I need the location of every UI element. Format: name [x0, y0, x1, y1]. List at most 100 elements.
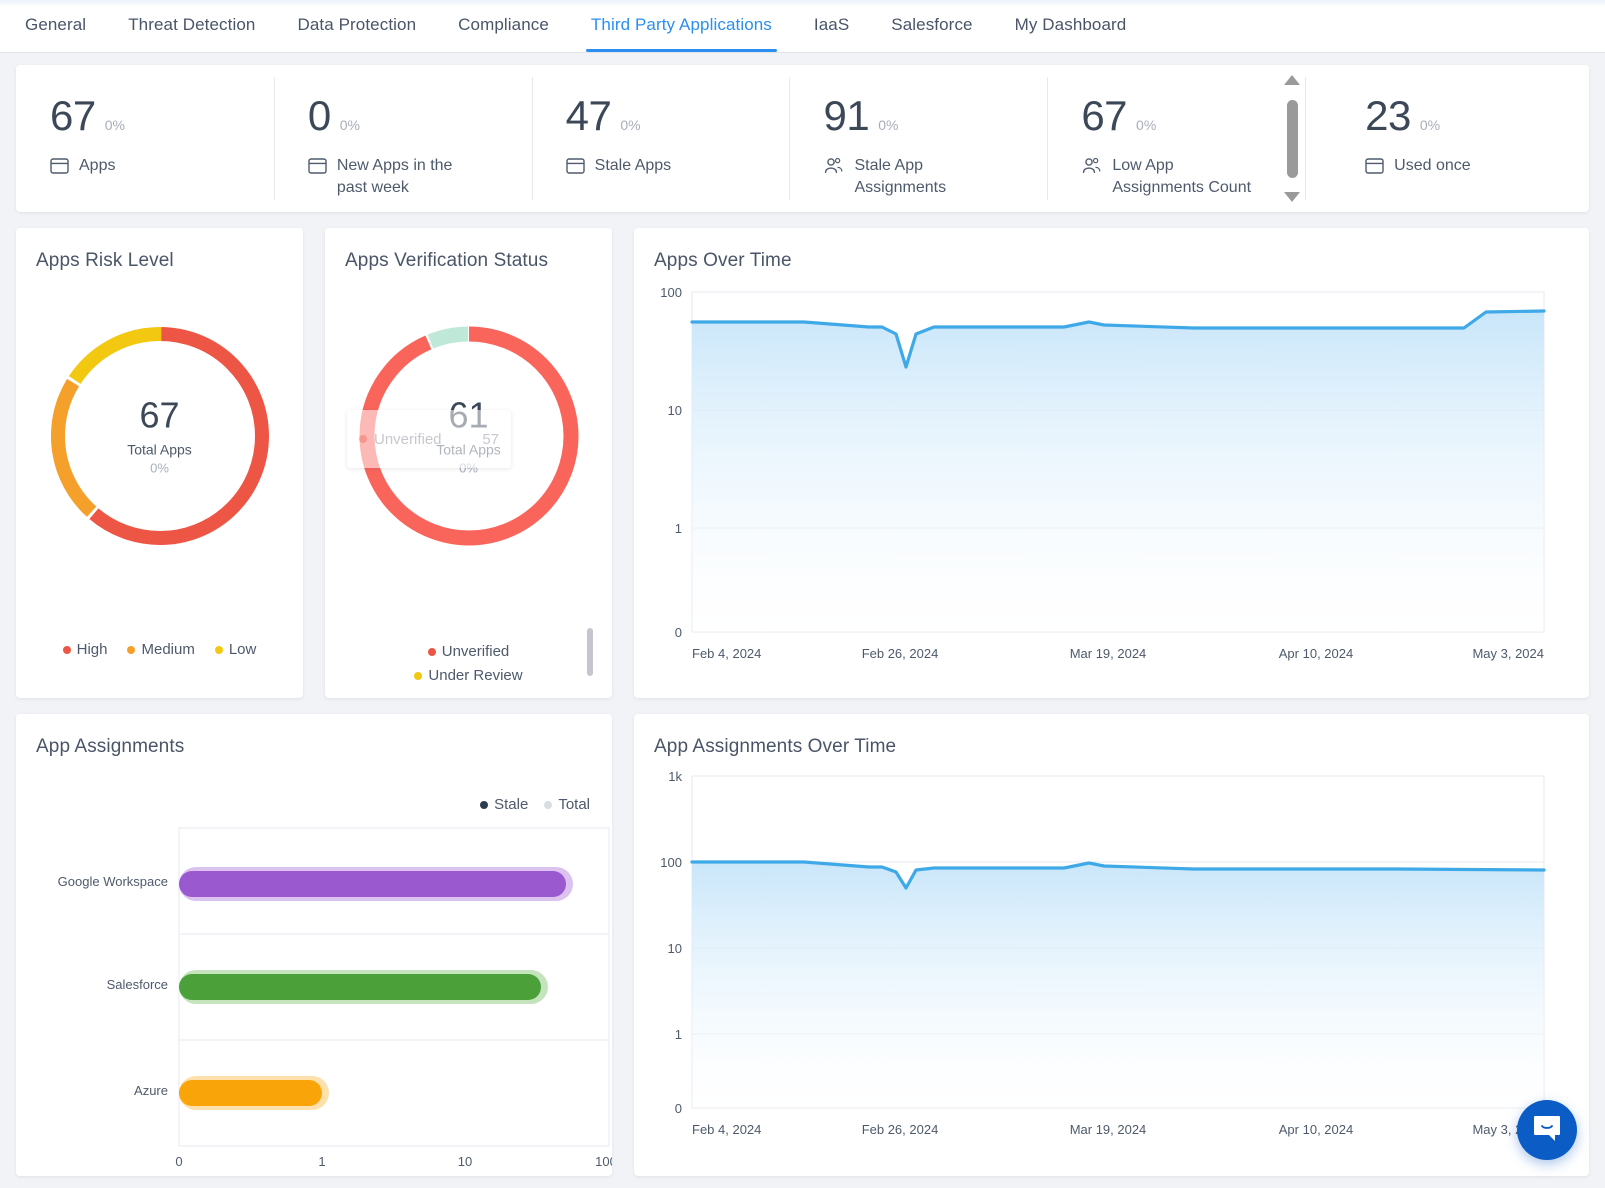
kpi-label: New Apps in the past week	[336, 157, 453, 197]
tooltip-value: 57	[482, 430, 499, 448]
legend-label: Medium	[141, 641, 195, 658]
kpi-value-row: 0 0%	[308, 95, 532, 137]
kpi-value-row: 23 0%	[1365, 95, 1589, 137]
card-apps-risk-level: Apps Risk Level 67 Total Apps 0% High Me…	[16, 228, 303, 698]
chat-launcher-button[interactable]	[1517, 1100, 1577, 1160]
x-tick-label: Apr 10, 2024	[1279, 646, 1353, 661]
line-chart-svg: 1k 100 10 1 0 Feb 4, 2024 Feb 26, 2024 M…	[660, 769, 1546, 1137]
tab-iaas[interactable]: IaaS	[793, 1, 870, 52]
y-tick-label: 1	[675, 521, 682, 536]
kpi-value-row: 47 0%	[566, 95, 790, 137]
area-fill	[692, 311, 1544, 632]
tab-salesforce[interactable]: Salesforce	[870, 1, 993, 52]
kpi-label: Stale App Assignments	[854, 157, 947, 197]
y-tick-label: 0	[675, 1101, 682, 1116]
kpi-label-row: Apps	[50, 155, 274, 177]
tab-data-protection[interactable]: Data Protection	[276, 1, 437, 52]
apps-verification-status-legend: Unverified Under Review	[325, 643, 612, 684]
apps-risk-level-donut[interactable]: 67 Total Apps 0%	[16, 286, 303, 586]
window-icon	[1365, 157, 1384, 175]
tab-my-dashboard[interactable]: My Dashboard	[994, 1, 1148, 52]
x-tick-label: Mar 19, 2024	[1070, 646, 1147, 661]
kpi-card-stale-app-assignments[interactable]: 91 0% Stale App Assignments	[789, 65, 1047, 212]
card-apps-over-time: Apps Over Time 100 10 1 0 Feb 4, 2024 Fe…	[634, 228, 1589, 698]
y-tick-label: 0	[675, 625, 682, 640]
kpi-label-row: New Apps in the past week	[308, 155, 532, 199]
kpi-label: Apps	[79, 157, 116, 174]
x-tick-label: 100	[595, 1154, 612, 1169]
bar-category-label: Google Workspace	[58, 874, 168, 889]
users-icon	[1081, 157, 1102, 175]
legend-dot-icon	[544, 800, 553, 809]
kpi-value: 0	[307, 92, 331, 139]
kpi-card-apps[interactable]: 67 0% Apps	[16, 65, 274, 212]
kpi-delta: 0%	[620, 117, 641, 133]
kpi-card-low-app-assignments-count[interactable]: 67 0% Low App Assignments Count	[1047, 65, 1305, 212]
scroll-down-arrow-icon[interactable]	[1284, 192, 1300, 202]
kpi-value: 67	[1081, 92, 1128, 139]
legend-label: Low	[228, 641, 257, 658]
apps-over-time-chart[interactable]: 100 10 1 0 Feb 4, 2024 Feb 26, 2024 Mar …	[634, 272, 1589, 687]
legend-dot-icon	[214, 645, 223, 654]
tab-compliance[interactable]: Compliance	[437, 1, 570, 52]
legend-item-low[interactable]: Low	[214, 641, 257, 658]
y-tick-label: 10	[668, 403, 682, 418]
kpi-value: 47	[565, 92, 612, 139]
x-tick-label: May 3, 2024	[1472, 646, 1544, 661]
kpi-delta: 0%	[104, 117, 125, 133]
chat-bubble-icon	[1532, 1114, 1562, 1147]
x-tick-label: Apr 10, 2024	[1279, 1122, 1353, 1137]
kpi-value-row: 91 0%	[823, 95, 1047, 137]
tab-third-party-applications[interactable]: Third Party Applications	[570, 1, 793, 52]
app-assignments-over-time-chart[interactable]: 1k 100 10 1 0 Feb 4, 2024 Feb 26, 2024 M…	[634, 758, 1589, 1163]
x-tick-label: Mar 19, 2024	[1070, 1122, 1147, 1137]
legend-dot-icon	[480, 800, 489, 809]
donut-svg	[50, 327, 269, 545]
legend-item-under-review[interactable]: Under Review	[414, 667, 523, 684]
kpi-label-row: Stale App Assignments	[823, 155, 1047, 199]
bar-stale-salesforce	[179, 974, 541, 1000]
card-app-assignments: App Assignments Stale Total Google Works…	[16, 714, 612, 1176]
bar-category-label: Azure	[134, 1083, 168, 1098]
tooltip-label: Unverified	[374, 430, 442, 448]
kpi-card-new-apps-past-week[interactable]: 0 0% New Apps in the past week	[273, 65, 532, 212]
legend-scrollbar[interactable]	[587, 628, 593, 676]
y-tick-label: 100	[660, 285, 682, 300]
tab-threat-detection[interactable]: Threat Detection	[107, 1, 276, 52]
kpi-card-stale-apps[interactable]: 47 0% Stale Apps	[531, 65, 790, 212]
card-title: Apps Over Time	[654, 250, 792, 271]
tab-general[interactable]: General	[4, 1, 107, 52]
card-title: App Assignments	[36, 736, 185, 757]
legend-item-unverified[interactable]: Unverified	[427, 643, 509, 660]
charts-row-1: Apps Risk Level 67 Total Apps 0% High Me…	[16, 228, 1589, 698]
bar-stale-google	[179, 871, 566, 897]
line-chart-svg: 100 10 1 0 Feb 4, 2024 Feb 26, 2024 Mar …	[660, 285, 1546, 661]
x-tick-label: Feb 26, 2024	[862, 1122, 939, 1137]
scrollbar-thumb[interactable]	[1286, 99, 1298, 178]
legend-label: Total	[558, 796, 590, 813]
kpi-row-scrollbar[interactable]	[1282, 71, 1302, 206]
kpi-card-used-once[interactable]: 23 0% Used once	[1305, 65, 1589, 212]
tooltip-dot-icon	[359, 435, 367, 443]
users-icon	[823, 157, 844, 175]
scroll-up-arrow-icon[interactable]	[1284, 75, 1300, 85]
window-icon	[50, 157, 69, 175]
legend-item-high[interactable]: High	[62, 641, 107, 658]
window-icon	[565, 157, 585, 175]
legend-item-stale[interactable]: Stale	[480, 796, 528, 813]
x-tick-label: Feb 4, 2024	[692, 1122, 761, 1137]
dashboard-root: General Threat Detection Data Protection…	[0, 0, 1605, 1188]
legend-item-total[interactable]: Total	[544, 796, 590, 813]
kpi-summary-row: 67 0% Apps 0 0% New Apps in the past wee…	[16, 65, 1589, 212]
y-tick-label: 1k	[668, 769, 682, 784]
kpi-label-row: Stale Apps	[565, 155, 790, 177]
area-fill	[692, 862, 1544, 1108]
bar-chart-svg[interactable]: Google Workspace Salesforce Azure 0 1 10…	[16, 814, 612, 1174]
y-tick-label: 100	[660, 855, 682, 870]
legend-dot-icon	[127, 645, 136, 654]
legend-label: Under Review	[428, 667, 523, 684]
x-tick-label: 1	[318, 1154, 325, 1169]
card-title: Apps Risk Level	[36, 250, 174, 271]
legend-item-medium[interactable]: Medium	[127, 641, 195, 658]
kpi-label: Low App Assignments Count	[1112, 157, 1252, 197]
